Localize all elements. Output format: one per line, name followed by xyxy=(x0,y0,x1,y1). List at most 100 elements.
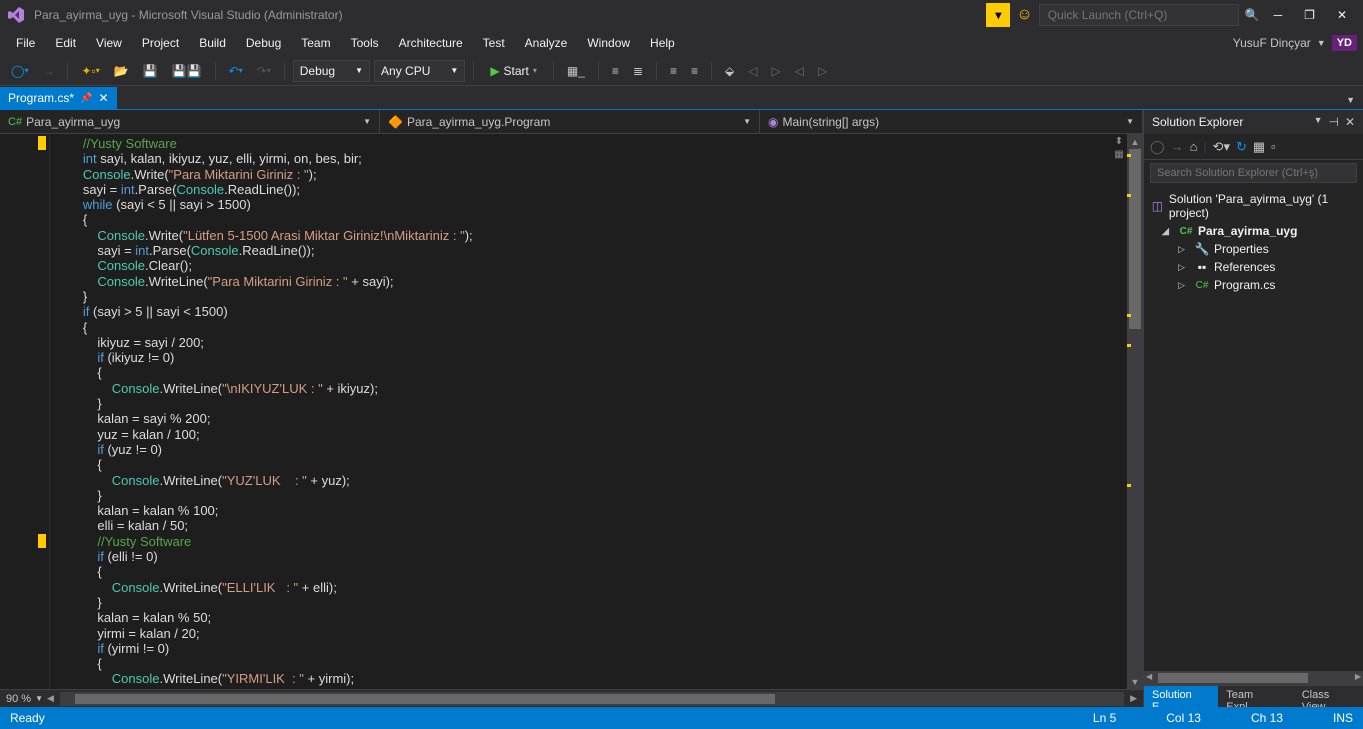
toolbar-btn-3[interactable]: ▷ xyxy=(767,61,786,81)
scroll-left-arrow[interactable]: ◀ xyxy=(47,693,54,704)
search-icon[interactable]: 🔍 xyxy=(1245,8,1260,22)
platform-dropdown[interactable]: Any CPU▼ xyxy=(374,60,465,82)
panel-title: Solution Explorer ▼ ⊣ ✕ xyxy=(1144,110,1363,134)
play-icon: ▶ xyxy=(490,64,499,78)
back-icon[interactable]: ◯ xyxy=(1150,139,1165,155)
menu-debug[interactable]: Debug xyxy=(236,32,291,54)
menu-view[interactable]: View xyxy=(86,32,132,54)
marker xyxy=(1127,154,1131,157)
zoom-control[interactable]: 90 %▼ xyxy=(6,693,43,705)
nav-namespace-dropdown[interactable]: C# Para_ayirma_uyg ▼ xyxy=(0,110,380,133)
menu-analyze[interactable]: Analyze xyxy=(515,32,578,54)
comment-out-button[interactable]: ≡ xyxy=(607,61,624,81)
quick-launch-input[interactable] xyxy=(1039,4,1239,26)
pin-icon[interactable]: 📌 xyxy=(80,93,92,104)
menu-project[interactable]: Project xyxy=(132,32,189,54)
scroll-thumb[interactable] xyxy=(75,694,775,704)
references-node[interactable]: ▷ ▪▪ References xyxy=(1144,258,1363,276)
bookmark-button[interactable]: ⬙ xyxy=(720,61,739,81)
panel-horizontal-scrollbar[interactable]: ◀ ▶ xyxy=(1144,671,1363,685)
save-button[interactable]: 💾 xyxy=(138,61,163,81)
user-badge[interactable]: YD xyxy=(1332,35,1357,51)
toolbar-btn-1[interactable]: ▦_ xyxy=(562,61,590,81)
close-icon[interactable]: ✕ xyxy=(1345,115,1355,129)
separator xyxy=(284,62,285,80)
pin-icon[interactable]: ⊣ xyxy=(1328,115,1338,129)
panel-dropdown-icon[interactable]: ▼ xyxy=(1314,115,1323,129)
collapse-icon[interactable]: ▦ xyxy=(1253,139,1265,155)
menu-build[interactable]: Build xyxy=(189,32,236,54)
menu-test[interactable]: Test xyxy=(473,32,515,54)
sync-icon[interactable]: ⟲▾ xyxy=(1213,139,1230,155)
indent-button[interactable]: ≡ xyxy=(686,61,703,81)
nav-class-dropdown[interactable]: 🔶 Para_ayirma_uyg.Program ▼ xyxy=(380,110,760,133)
tablist-dropdown[interactable]: ▼ xyxy=(1338,91,1363,109)
menu-architecture[interactable]: Architecture xyxy=(389,32,473,54)
uncomment-button[interactable]: ≣ xyxy=(628,61,648,81)
undo-button[interactable]: ↶ ▾ xyxy=(224,61,248,81)
split-icon[interactable]: ⬍ xyxy=(1115,136,1123,147)
tab-program-cs[interactable]: Program.cs* 📌 ✕ xyxy=(0,87,117,109)
expand-icon[interactable]: ▷ xyxy=(1178,262,1190,273)
tab-solution-explorer[interactable]: Solution E... xyxy=(1144,686,1218,707)
new-project-button[interactable]: ✦▫ ▾ xyxy=(76,61,104,81)
project-node[interactable]: ◢ C# Para_ayirma_uyg xyxy=(1144,222,1363,240)
file-node[interactable]: ▷ C# Program.cs xyxy=(1144,276,1363,294)
vertical-scrollbar[interactable]: ▲ ▼ xyxy=(1127,134,1143,689)
nav-back-button[interactable]: ◯ ▾ xyxy=(6,61,33,81)
code-editor[interactable]: //Yusty Software int sayi, kalan, ikiyuz… xyxy=(0,134,1143,689)
menu-file[interactable]: File xyxy=(6,32,45,54)
scroll-up-arrow[interactable]: ▲ xyxy=(1127,134,1143,149)
change-marker xyxy=(38,136,46,150)
scroll-left-arrow[interactable]: ◀ xyxy=(1146,672,1152,681)
code-content[interactable]: //Yusty Software int sayi, kalan, ikiyuz… xyxy=(50,134,1111,689)
tab-class-view[interactable]: Class View xyxy=(1294,686,1363,707)
class-icon: 🔶 xyxy=(388,115,403,129)
scroll-down-arrow[interactable]: ▼ xyxy=(1127,674,1143,689)
horizontal-scrollbar[interactable] xyxy=(60,692,1124,706)
restore-button[interactable]: ❐ xyxy=(1296,4,1323,26)
search-input[interactable] xyxy=(1150,163,1357,183)
scroll-right-arrow[interactable]: ▶ xyxy=(1355,672,1361,681)
fwd-icon[interactable]: → xyxy=(1171,139,1184,154)
notification-flag-icon[interactable]: ▾ xyxy=(986,3,1010,27)
menu-window[interactable]: Window xyxy=(577,32,640,54)
scroll-right-arrow[interactable]: ▶ xyxy=(1130,693,1137,704)
user-name[interactable]: YusuF Dinçyar xyxy=(1233,36,1311,50)
tab-team-explorer[interactable]: Team Expl... xyxy=(1218,686,1293,707)
menu-team[interactable]: Team xyxy=(291,32,340,54)
nav-fwd-button[interactable]: → xyxy=(37,61,59,81)
menu-help[interactable]: Help xyxy=(640,32,685,54)
expand-icon[interactable]: ▷ xyxy=(1178,244,1190,255)
chevron-down-icon[interactable]: ▼ xyxy=(1317,38,1326,48)
toolbar-btn-5[interactable]: ▷ xyxy=(813,61,832,81)
refresh-icon[interactable]: ↻ xyxy=(1236,139,1247,155)
open-file-button[interactable]: 📂 xyxy=(109,61,134,81)
toolbar-btn-4[interactable]: ◁ xyxy=(790,61,809,81)
properties-node[interactable]: ▷ 🔧 Properties xyxy=(1144,240,1363,258)
expand-icon[interactable]: ▦ xyxy=(1114,149,1123,160)
separator xyxy=(473,62,474,80)
outdent-button[interactable]: ≡ xyxy=(665,61,682,81)
expand-icon[interactable]: ◢ xyxy=(1162,226,1174,237)
redo-button[interactable]: ↷ ▾ xyxy=(252,61,276,81)
feedback-icon[interactable]: ☺ xyxy=(1016,6,1032,24)
change-marker xyxy=(38,534,46,548)
save-all-button[interactable]: 💾💾 xyxy=(167,61,207,81)
properties-icon[interactable]: ▫ xyxy=(1271,139,1276,154)
minimize-button[interactable]: ─ xyxy=(1266,4,1291,26)
menu-tools[interactable]: Tools xyxy=(341,32,389,54)
toolbar-btn-2[interactable]: ◁ xyxy=(743,61,762,81)
scroll-thumb[interactable] xyxy=(1129,149,1141,329)
menu-edit[interactable]: Edit xyxy=(45,32,86,54)
close-icon[interactable]: ✕ xyxy=(98,91,108,105)
solution-node[interactable]: ◫ Solution 'Para_ayirma_uyg' (1 project) xyxy=(1144,190,1363,222)
separator xyxy=(215,62,216,80)
scroll-thumb[interactable] xyxy=(1158,673,1308,683)
home-icon[interactable]: ⌂ xyxy=(1190,139,1198,154)
config-dropdown[interactable]: Debug▼ xyxy=(293,60,370,82)
nav-method-dropdown[interactable]: ◉ Main(string[] args) ▼ xyxy=(760,110,1143,133)
close-button[interactable]: ✕ xyxy=(1329,4,1355,26)
start-button[interactable]: ▶Start▾ xyxy=(482,61,545,81)
expand-icon[interactable]: ▷ xyxy=(1178,280,1190,291)
